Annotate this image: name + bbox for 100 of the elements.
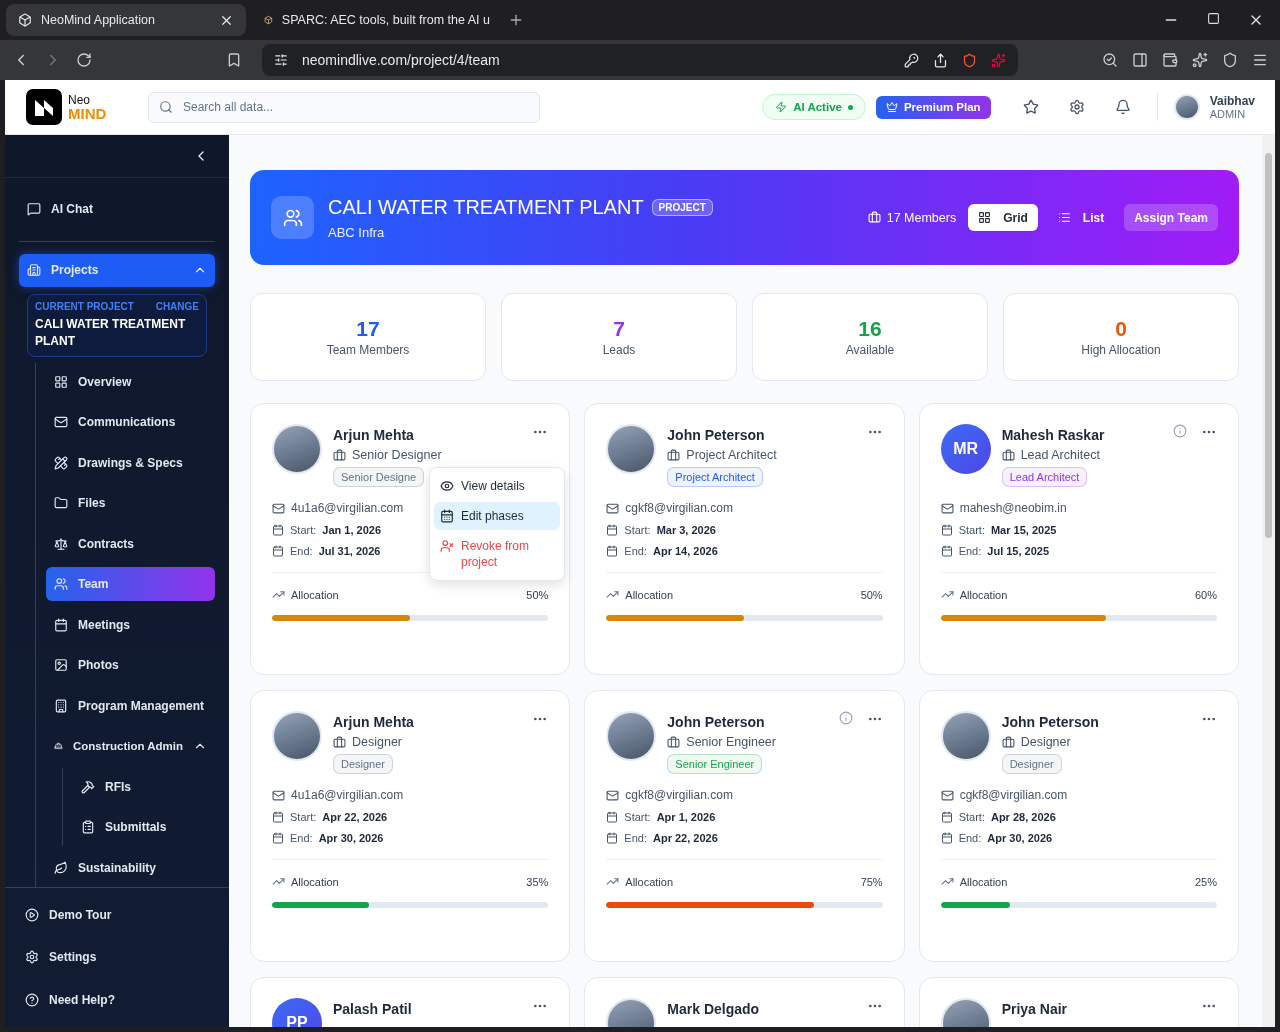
start-date: Apr 22, 2026 bbox=[322, 811, 388, 823]
role-tag: Designer bbox=[1001, 754, 1062, 774]
nav-item[interactable]: Demo Tour bbox=[19, 897, 215, 932]
member-role: Designer bbox=[1020, 735, 1071, 749]
nav-item[interactable]: Contracts bbox=[46, 526, 215, 561]
nav-item[interactable]: RFIs bbox=[73, 769, 215, 804]
calendar-icon bbox=[272, 811, 284, 823]
calendar-icon bbox=[440, 509, 454, 523]
briefcase-icon bbox=[867, 211, 881, 224]
calendar-icon bbox=[606, 832, 619, 844]
info-icon[interactable] bbox=[1173, 424, 1187, 438]
nav-item[interactable]: Files bbox=[46, 486, 215, 520]
nav-item[interactable]: Meetings bbox=[46, 607, 215, 642]
member-name: Mark Delgado bbox=[667, 1001, 761, 1017]
premium-plan-button[interactable]: Premium Plan bbox=[875, 95, 991, 119]
member-name: Arjun Mehta bbox=[333, 714, 415, 730]
end-date: Jul 31, 2026 bbox=[318, 545, 381, 557]
sparkle-icon[interactable] bbox=[1192, 52, 1208, 68]
mail-icon bbox=[272, 788, 285, 802]
view-toggle[interactable]: List bbox=[1047, 204, 1115, 231]
allocation-reading: 75% bbox=[860, 875, 883, 888]
member-email: 4u1a6@virgilian.com bbox=[291, 788, 404, 802]
start-date: Jan 1, 2026 bbox=[322, 524, 381, 536]
start-label: Start: bbox=[624, 524, 651, 536]
calendar-icon bbox=[940, 811, 953, 823]
end-date: Apr 30, 2026 bbox=[987, 832, 1053, 844]
menu-item[interactable]: View details bbox=[434, 472, 560, 500]
page-search-icon[interactable] bbox=[1102, 52, 1118, 68]
allocation-reading: 60% bbox=[1194, 588, 1217, 601]
end-label: End: bbox=[624, 545, 647, 557]
settings-icon bbox=[25, 950, 39, 965]
nav-item[interactable]: Drawings & Specs bbox=[46, 445, 215, 480]
change-link[interactable]: CHANGE bbox=[155, 300, 199, 312]
end-date: Jul 15, 2025 bbox=[987, 545, 1050, 557]
lightning-icon bbox=[775, 101, 788, 113]
project-title: CALI WATER TREATMENT PLANT bbox=[328, 195, 644, 219]
nav-item[interactable]: Overview bbox=[46, 364, 215, 399]
list-icon bbox=[1057, 211, 1071, 224]
logo-text: Neo bbox=[68, 93, 91, 106]
calendar-icon bbox=[54, 617, 68, 632]
maximize-icon[interactable] bbox=[1207, 12, 1220, 25]
reload-icon[interactable] bbox=[76, 52, 92, 68]
member-role: Designer bbox=[352, 735, 403, 749]
wallet-icon[interactable] bbox=[1162, 52, 1178, 68]
address-bar[interactable]: neomindlive.com/project/4/team bbox=[262, 44, 1018, 76]
nav-item[interactable]: Settings bbox=[19, 940, 215, 975]
member-count: 17 Members bbox=[886, 210, 957, 225]
nav-item[interactable]: Photos bbox=[46, 648, 215, 682]
folder-icon bbox=[54, 496, 68, 510]
menu-item[interactable]: Edit phases bbox=[434, 502, 560, 530]
calendar-icon bbox=[272, 832, 284, 844]
nav-item[interactable]: Sustainability bbox=[46, 850, 215, 885]
browser-tab[interactable]: NeoMind Application bbox=[6, 4, 246, 36]
mail-icon bbox=[54, 415, 68, 429]
end-date: Apr 22, 2026 bbox=[652, 832, 718, 844]
project-client: ABC Infra bbox=[328, 224, 386, 240]
briefcase-icon bbox=[333, 448, 346, 462]
nav-item[interactable]: Projects bbox=[19, 253, 215, 287]
role-tag: Senior Designe bbox=[333, 467, 425, 487]
user-remove-icon bbox=[440, 539, 454, 553]
member-name: Arjun Mehta bbox=[333, 427, 415, 443]
menu-icon[interactable] bbox=[1252, 52, 1268, 68]
sidebar-icon[interactable] bbox=[1132, 52, 1148, 68]
sliders-icon bbox=[274, 53, 288, 67]
share-icon bbox=[933, 52, 948, 68]
search-field[interactable]: Search all data... bbox=[148, 91, 540, 123]
browser-tab[interactable]: SPARC: AEC tools, built from the AI u bbox=[252, 4, 502, 36]
new-tab-icon[interactable] bbox=[508, 12, 524, 28]
bookmark-icon[interactable] bbox=[226, 52, 242, 68]
calendar-icon bbox=[606, 524, 619, 536]
photo-placeholder bbox=[1173, 94, 1200, 120]
nav-item[interactable]: Team bbox=[46, 567, 215, 601]
member-role: Project Architect bbox=[686, 448, 777, 462]
start-label: Start: bbox=[958, 811, 985, 823]
stat-value: 17 bbox=[356, 317, 380, 341]
info-icon[interactable] bbox=[838, 711, 853, 725]
stat-label: High Allocation bbox=[1081, 343, 1161, 357]
assign-team-button[interactable]: Assign Team bbox=[1124, 204, 1218, 231]
nav-item[interactable]: Program Management bbox=[46, 688, 215, 723]
nav-item[interactable]: AI Chat bbox=[19, 191, 215, 226]
nav-item[interactable]: Need Help? bbox=[19, 982, 215, 1017]
nav-item[interactable]: Communications bbox=[46, 405, 215, 439]
member-email: 4u1a6@virgilian.com bbox=[291, 501, 404, 515]
member-name: John Peterson bbox=[667, 714, 766, 730]
view-toggle[interactable]: Grid bbox=[968, 204, 1038, 231]
shield-icon[interactable] bbox=[1222, 52, 1238, 68]
menu-item[interactable]: Revoke from project bbox=[434, 532, 560, 576]
start-date: Apr 28, 2026 bbox=[990, 811, 1056, 823]
users-icon bbox=[54, 577, 68, 591]
start-date: Mar 15, 2025 bbox=[990, 524, 1057, 536]
sparkle-icon bbox=[991, 52, 1006, 68]
end-label: End: bbox=[290, 832, 313, 844]
calendar-icon bbox=[940, 545, 953, 557]
member-role: Senior Engineer bbox=[686, 735, 776, 749]
member-email: mahesh@neobim.in bbox=[959, 501, 1067, 515]
nav-item[interactable]: Submittals bbox=[73, 810, 215, 844]
member-email: cgkf8@virgilian.com bbox=[959, 788, 1068, 802]
nav-item[interactable]: Construction Admin bbox=[46, 729, 215, 763]
stat-value: 0 bbox=[1115, 317, 1127, 341]
trend-icon bbox=[272, 588, 285, 601]
